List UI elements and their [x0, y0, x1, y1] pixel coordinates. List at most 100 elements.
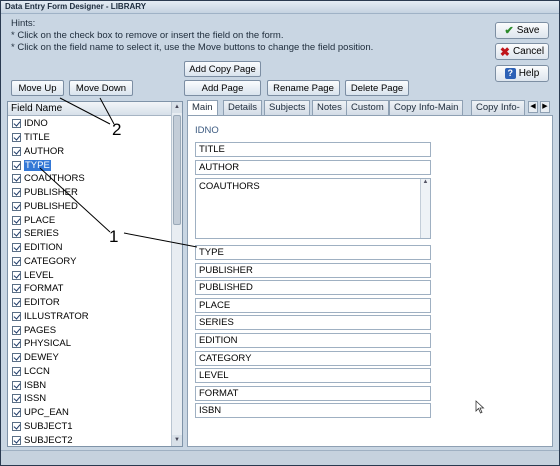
field-list-item[interactable]: AUTHOR: [8, 145, 171, 159]
field-list-item[interactable]: EDITION: [8, 241, 171, 255]
form-field-edition[interactable]: EDITION: [195, 333, 431, 348]
field-name-label[interactable]: DEWEY: [24, 352, 59, 363]
field-name-label[interactable]: TITLE: [24, 132, 50, 143]
field-checkbox[interactable]: [12, 133, 21, 143]
field-list-item[interactable]: CATEGORY: [8, 255, 171, 269]
field-name-label[interactable]: COAUTHORS: [24, 173, 85, 184]
field-name-label[interactable]: ISBN: [24, 380, 46, 391]
field-checkbox[interactable]: [12, 229, 21, 239]
field-name-label[interactable]: PUBLISHED: [24, 201, 78, 212]
field-checkbox[interactable]: [12, 284, 21, 294]
field-name-label[interactable]: PHYSICAL: [24, 338, 71, 349]
add-page-button[interactable]: Add Page: [184, 80, 261, 96]
field-checkbox[interactable]: [12, 160, 21, 170]
field-list-item[interactable]: SERIES: [8, 227, 171, 241]
field-list-item[interactable]: DEWEY: [8, 351, 171, 365]
tab-subjects[interactable]: Subjects: [264, 100, 311, 115]
move-down-button[interactable]: Move Down: [69, 80, 133, 96]
field-checkbox[interactable]: [12, 215, 21, 225]
field-list-item[interactable]: SUBJECT2: [8, 433, 171, 446]
field-checkbox[interactable]: [12, 174, 21, 184]
form-field-publisher[interactable]: PUBLISHER: [195, 262, 431, 278]
field-checkbox[interactable]: [12, 408, 21, 418]
field-checkbox[interactable]: [12, 339, 21, 349]
form-field-title[interactable]: TITLE: [195, 142, 431, 157]
move-up-button[interactable]: Move Up: [11, 80, 64, 96]
help-button[interactable]: ? Help: [495, 65, 549, 82]
field-list-item[interactable]: ISSN: [8, 392, 171, 406]
field-name-label[interactable]: LEVEL: [24, 270, 54, 281]
tab-details[interactable]: Details: [223, 100, 263, 115]
tab-scroll-right-icon[interactable]: ▶: [540, 101, 550, 113]
form-field-category[interactable]: CATEGORY: [195, 350, 431, 366]
field-name-label[interactable]: SERIES: [24, 228, 59, 239]
form-field-series[interactable]: SERIES: [195, 315, 431, 331]
tab-scroll-left-icon[interactable]: ◀: [528, 101, 538, 113]
field-checkbox[interactable]: [12, 270, 21, 280]
field-list-item[interactable]: COAUTHORS: [8, 172, 171, 186]
add-copy-page-button[interactable]: Add Copy Page: [184, 61, 261, 77]
field-checkbox[interactable]: [12, 435, 21, 445]
field-name-label[interactable]: TYPE: [24, 159, 51, 171]
field-checkbox[interactable]: [12, 325, 21, 335]
field-name-label[interactable]: PLACE: [24, 215, 55, 226]
field-name-label[interactable]: IDNO: [24, 118, 48, 129]
field-name-label[interactable]: UPC_EAN: [24, 407, 69, 418]
tab-copy-info[interactable]: Copy Info-: [471, 100, 525, 115]
field-name-label[interactable]: FORMAT: [24, 283, 63, 294]
field-checkbox[interactable]: [12, 311, 21, 321]
field-checkbox[interactable]: [12, 146, 21, 156]
delete-page-button[interactable]: Delete Page: [345, 80, 409, 96]
form-field-published[interactable]: PUBLISHED: [195, 280, 431, 296]
field-checkbox[interactable]: [12, 366, 21, 376]
field-checkbox[interactable]: [12, 394, 21, 404]
field-name-label[interactable]: SUBJECT1: [24, 421, 73, 432]
field-name-label[interactable]: LCCN: [24, 366, 50, 377]
form-field-place[interactable]: PLACE: [195, 297, 431, 313]
field-name-label[interactable]: ISSN: [24, 393, 46, 404]
field-list-item[interactable]: SUBJECT1: [8, 420, 171, 434]
field-checkbox[interactable]: [12, 201, 21, 211]
field-list-item[interactable]: PAGES: [8, 323, 171, 337]
field-checkbox[interactable]: [12, 421, 21, 431]
scroll-down-icon[interactable]: ▼: [172, 435, 182, 446]
field-checkbox[interactable]: [12, 256, 21, 266]
field-list-item[interactable]: FORMAT: [8, 282, 171, 296]
field-checkbox[interactable]: [12, 353, 21, 363]
field-list-item[interactable]: ILLUSTRATOR: [8, 310, 171, 324]
field-list-item[interactable]: PHYSICAL: [8, 337, 171, 351]
field-list-item[interactable]: IDNO: [8, 117, 171, 131]
field-list-item[interactable]: PUBLISHED: [8, 200, 171, 214]
field-name-label[interactable]: ILLUSTRATOR: [24, 311, 89, 322]
field-name-label[interactable]: PAGES: [24, 325, 56, 336]
field-name-label[interactable]: AUTHOR: [24, 146, 64, 157]
field-list-item[interactable]: ISBN: [8, 378, 171, 392]
field-checkbox[interactable]: [12, 298, 21, 308]
field-name-label[interactable]: EDITION: [24, 242, 63, 253]
field-name-label[interactable]: SUBJECT2: [24, 435, 73, 446]
field-list-scrollbar[interactable]: ▲ ▼: [171, 102, 182, 446]
field-list-item[interactable]: EDITOR: [8, 296, 171, 310]
field-name-label[interactable]: CATEGORY: [24, 256, 76, 267]
field-list-item[interactable]: LEVEL: [8, 268, 171, 282]
field-checkbox[interactable]: [12, 243, 21, 253]
field-checkbox[interactable]: [12, 188, 21, 198]
tab-copy-info-main[interactable]: Copy Info-Main: [389, 100, 464, 115]
form-field-type[interactable]: TYPE: [195, 245, 431, 260]
field-checkbox[interactable]: [12, 119, 21, 129]
tab-custom[interactable]: Custom: [346, 100, 389, 115]
form-field-level[interactable]: LEVEL: [195, 368, 431, 384]
field-list-item[interactable]: UPC_EAN: [8, 406, 171, 420]
rename-page-button[interactable]: Rename Page: [267, 80, 340, 96]
field-list-item[interactable]: TITLE: [8, 131, 171, 145]
tab-notes[interactable]: Notes: [312, 100, 347, 115]
form-field-isbn[interactable]: ISBN: [195, 403, 431, 419]
field-list-item[interactable]: TYPE: [8, 158, 171, 172]
field-list-item[interactable]: PLACE: [8, 213, 171, 227]
memo-scrollbar[interactable]: ▲: [420, 179, 430, 238]
field-checkbox[interactable]: [12, 380, 21, 390]
field-name-label[interactable]: EDITOR: [24, 297, 60, 308]
form-field-format[interactable]: FORMAT: [195, 385, 431, 401]
field-list-item[interactable]: LCCN: [8, 365, 171, 379]
field-list-item[interactable]: PUBLISHER: [8, 186, 171, 200]
